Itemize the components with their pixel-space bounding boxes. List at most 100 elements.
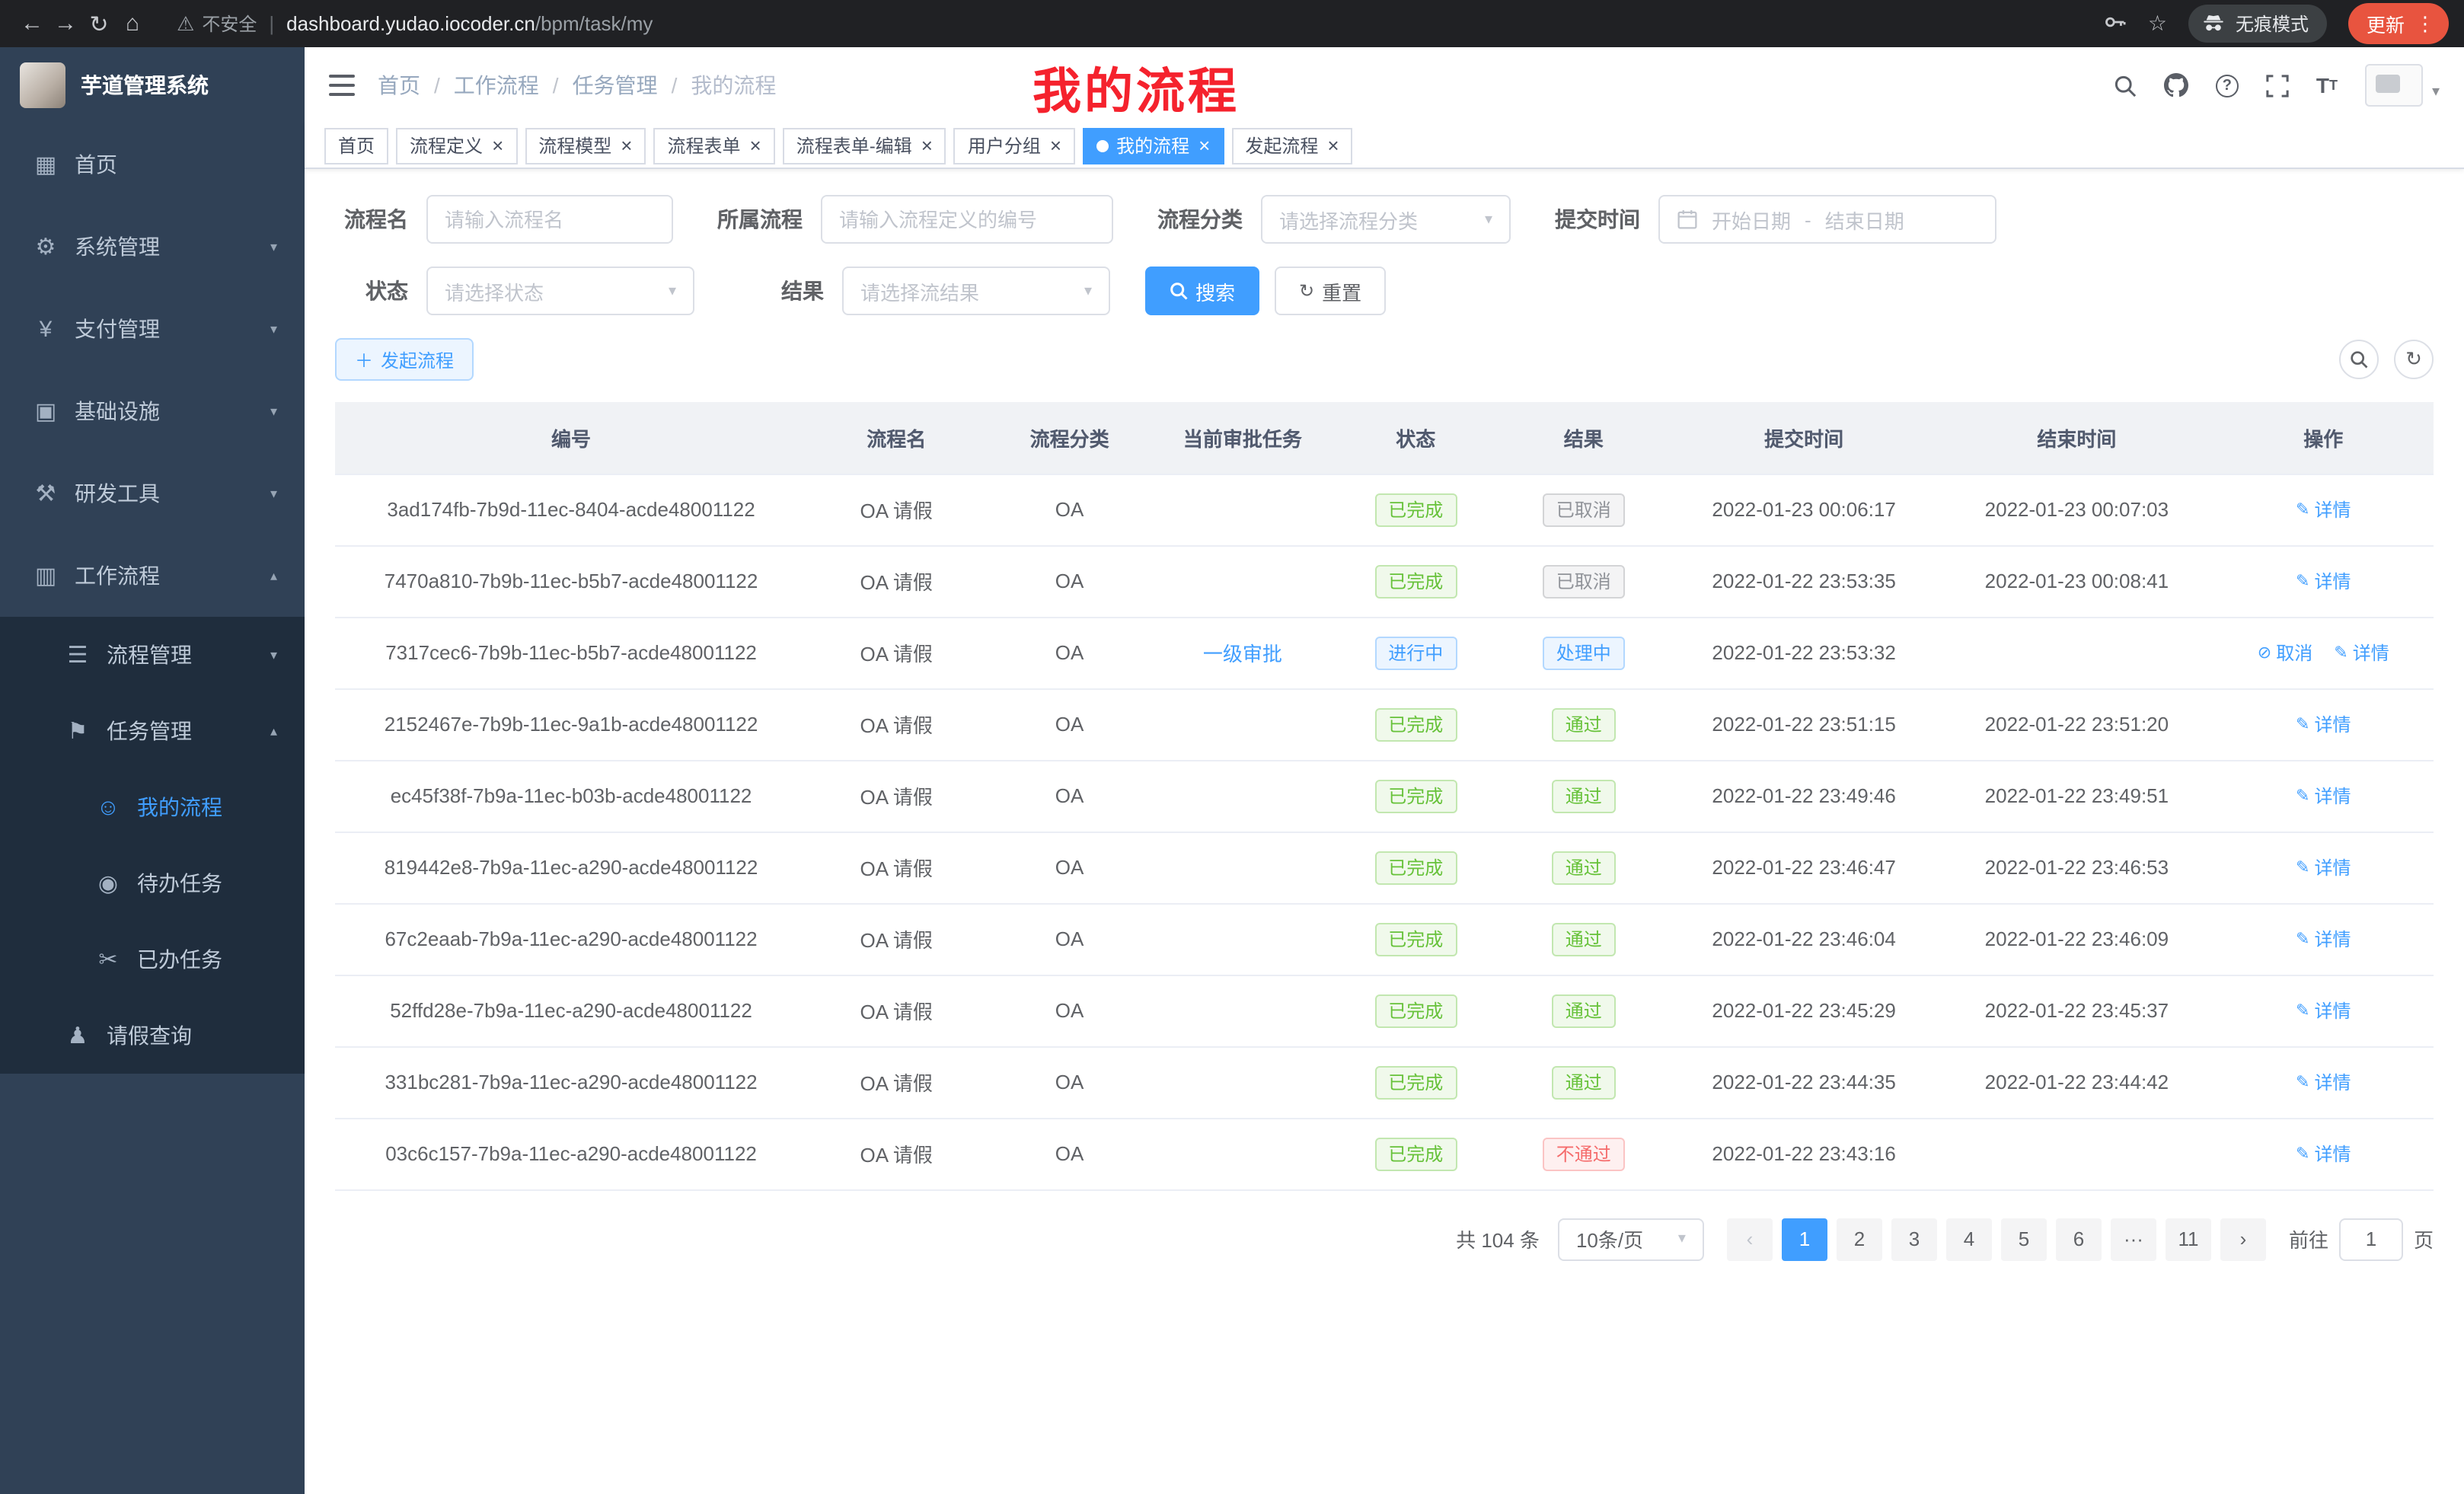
- detail-link[interactable]: ✎详情: [2296, 496, 2351, 522]
- app-logo[interactable]: 芋道管理系统: [0, 47, 305, 123]
- process-def-input[interactable]: [821, 195, 1113, 244]
- category-select[interactable]: 请选择流程分类 ▾: [1261, 195, 1511, 244]
- cancel-link[interactable]: ⊘取消: [2258, 640, 2312, 666]
- close-icon[interactable]: ×: [1327, 136, 1339, 155]
- sidebar-item-done-tasks[interactable]: ✂ 已办任务: [0, 921, 305, 998]
- github-icon[interactable]: [2164, 73, 2188, 97]
- tab-3[interactable]: 流程模型 ×: [525, 127, 646, 164]
- result-badge: 通过: [1552, 779, 1616, 812]
- detail-link[interactable]: ✎详情: [2296, 783, 2351, 809]
- caret-down-icon[interactable]: ▾: [2432, 84, 2440, 101]
- tab-8[interactable]: 发起流程 ×: [1231, 127, 1352, 164]
- page-button-11[interactable]: 11: [2166, 1218, 2211, 1260]
- detail-link[interactable]: ✎详情: [2334, 640, 2389, 666]
- page-size-select[interactable]: 10条/页 ▾: [1558, 1218, 1704, 1260]
- sidebar-item-todo-tasks[interactable]: ◉ 待办任务: [0, 845, 305, 921]
- cell-end-time: [1940, 617, 2213, 688]
- tab-4[interactable]: 流程表单 ×: [653, 127, 774, 164]
- pagination-pages: 123456···11: [1777, 1218, 2216, 1260]
- sidebar-item-payment[interactable]: ¥ 支付管理 ▾: [0, 288, 305, 370]
- prev-page-button[interactable]: ‹: [1727, 1218, 1773, 1260]
- sidebar-item-leave-query[interactable]: ♟ 请假查询: [0, 998, 305, 1074]
- create-process-button[interactable]: ＋ 发起流程: [335, 338, 474, 381]
- forward-icon[interactable]: →: [49, 11, 82, 37]
- field-label: 结果: [729, 276, 824, 306]
- page-more-button[interactable]: ···: [2111, 1218, 2156, 1260]
- avatar[interactable]: [2365, 64, 2423, 107]
- tab-2[interactable]: 流程定义 ×: [396, 127, 517, 164]
- fullscreen-icon[interactable]: [2266, 74, 2289, 97]
- status-select[interactable]: 请选择状态 ▾: [426, 267, 694, 315]
- current-task-link[interactable]: 一级审批: [1203, 643, 1282, 666]
- tab-1[interactable]: 首页: [324, 127, 388, 164]
- search-button[interactable]: 搜索: [1145, 267, 1259, 315]
- date-range-picker[interactable]: 开始日期 - 结束日期: [1658, 195, 1996, 244]
- detail-link[interactable]: ✎详情: [2296, 568, 2351, 594]
- next-page-button[interactable]: ›: [2220, 1218, 2266, 1260]
- browser-menu-icon[interactable]: ⋮: [2415, 11, 2435, 36]
- cell-current-task: [1154, 474, 1332, 545]
- show-search-icon[interactable]: [2339, 340, 2379, 379]
- detail-link[interactable]: ✎详情: [2296, 854, 2351, 880]
- breadcrumb-workflow[interactable]: 工作流程: [454, 70, 539, 101]
- filter-status: 状态 请选择状态 ▾: [335, 267, 694, 315]
- menu-fold-icon[interactable]: [329, 75, 355, 96]
- close-icon[interactable]: ×: [1198, 136, 1210, 155]
- reset-button[interactable]: ↻ 重置: [1275, 267, 1386, 315]
- tab-5[interactable]: 流程表单-编辑 ×: [783, 127, 946, 164]
- action-label: 详情: [2314, 1069, 2351, 1095]
- sidebar-item-system[interactable]: ⚙ 系统管理 ▾: [0, 206, 305, 288]
- detail-icon: ✎: [2296, 571, 2309, 591]
- detail-link[interactable]: ✎详情: [2296, 1069, 2351, 1095]
- cell-name: OA 请假: [807, 760, 985, 832]
- page-button-6[interactable]: 6: [2056, 1218, 2102, 1260]
- update-button[interactable]: 更新 ⋮: [2348, 3, 2449, 44]
- sidebar-item-my-process[interactable]: ☺ 我的流程: [0, 769, 305, 845]
- page-button-2[interactable]: 2: [1837, 1218, 1882, 1260]
- back-icon[interactable]: ←: [15, 11, 49, 37]
- process-name-input[interactable]: [426, 195, 673, 244]
- sidebar-item-home[interactable]: ▦ 首页: [0, 123, 305, 206]
- result-select[interactable]: 请选择流结果 ▾: [842, 267, 1110, 315]
- refresh-table-icon[interactable]: ↻: [2394, 340, 2434, 379]
- sidebar-item-task-mgmt[interactable]: ⚑ 任务管理 ▴: [0, 693, 305, 769]
- detail-link[interactable]: ✎详情: [2296, 711, 2351, 737]
- help-icon[interactable]: ?: [2216, 74, 2239, 97]
- page-title-annotation: 我的流程: [1033, 53, 1240, 123]
- reload-icon[interactable]: ↻: [82, 10, 116, 37]
- close-icon[interactable]: ×: [1050, 136, 1061, 155]
- close-icon[interactable]: ×: [921, 136, 933, 155]
- font-size-icon[interactable]: TT: [2316, 73, 2338, 97]
- breadcrumb-home[interactable]: 首页: [378, 70, 420, 101]
- close-icon[interactable]: ×: [621, 136, 632, 155]
- goto-page-input[interactable]: [2339, 1218, 2403, 1260]
- home-icon[interactable]: ⌂: [116, 11, 149, 37]
- cell-id: 52ffd28e-7b9a-11ec-a290-acde48001122: [335, 975, 807, 1046]
- incognito-badge[interactable]: 无痕模式: [2188, 5, 2327, 43]
- close-icon[interactable]: ×: [750, 136, 761, 155]
- tab-7[interactable]: 我的流程 ×: [1083, 127, 1224, 164]
- result-badge: 通过: [1552, 707, 1616, 741]
- breadcrumb-task-mgmt[interactable]: 任务管理: [573, 70, 658, 101]
- sidebar-item-workflow[interactable]: ▥ 工作流程 ▴: [0, 535, 305, 617]
- page-button-5[interactable]: 5: [2001, 1218, 2047, 1260]
- password-key-icon[interactable]: [2104, 10, 2127, 37]
- address-bar[interactable]: ⚠ 不安全 | dashboard.yudao.iocoder.cn/bpm/t…: [177, 11, 653, 37]
- page-button-4[interactable]: 4: [1946, 1218, 1992, 1260]
- cell-name: OA 请假: [807, 1118, 985, 1189]
- security-status[interactable]: ⚠ 不安全: [177, 11, 257, 37]
- search-icon[interactable]: [2114, 74, 2137, 97]
- page-button-1[interactable]: 1: [1782, 1218, 1827, 1260]
- filter-process-def: 所属流程: [708, 195, 1113, 244]
- close-icon[interactable]: ×: [492, 136, 503, 155]
- tab-6[interactable]: 用户分组 ×: [954, 127, 1075, 164]
- bookmark-star-icon[interactable]: ☆: [2148, 11, 2167, 37]
- detail-link[interactable]: ✎详情: [2296, 1141, 2351, 1167]
- sidebar-item-devtools[interactable]: ⚒ 研发工具 ▾: [0, 452, 305, 535]
- sidebar-item-infrastructure[interactable]: ▣ 基础设施 ▾: [0, 370, 305, 452]
- detail-link[interactable]: ✎详情: [2296, 998, 2351, 1023]
- page-button-3[interactable]: 3: [1891, 1218, 1937, 1260]
- detail-link[interactable]: ✎详情: [2296, 926, 2351, 952]
- detail-icon: ✎: [2296, 1072, 2309, 1092]
- sidebar-item-process-mgmt[interactable]: ☰ 流程管理 ▾: [0, 617, 305, 693]
